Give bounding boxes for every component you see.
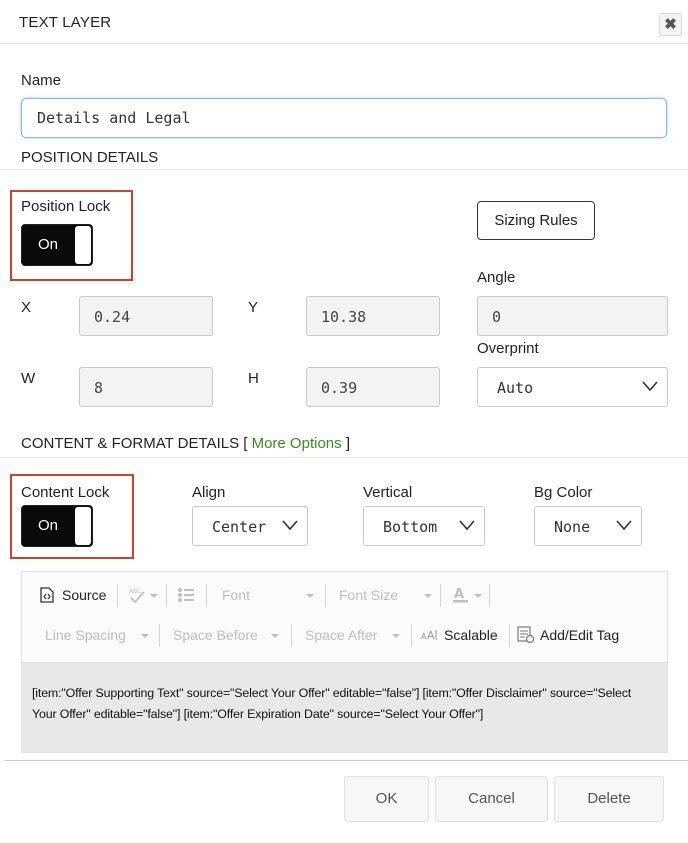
bgcolor-value: None — [554, 518, 591, 536]
svg-text:A: A — [427, 629, 435, 642]
toolbar-separator — [291, 624, 292, 646]
w-input[interactable]: 8 — [79, 367, 213, 407]
position-lock-label: Position Lock — [21, 198, 111, 215]
cancel-button[interactable]: Cancel — [435, 776, 548, 822]
content-lock-label: Content Lock — [21, 484, 110, 501]
toolbar-separator — [117, 584, 118, 606]
content-section-title: CONTENT & FORMAT DETAILS [ — [21, 435, 248, 452]
toolbar-separator — [206, 584, 207, 606]
h-label: H — [248, 370, 259, 387]
sizing-rules-button[interactable]: Sizing Rules — [477, 201, 595, 240]
ok-button[interactable]: OK — [344, 776, 429, 822]
space-before-combo[interactable]: Space Before — [173, 627, 258, 643]
source-icon — [40, 587, 54, 603]
toolbar-separator — [166, 584, 167, 606]
position-lock-state: On — [38, 236, 59, 253]
svg-text:A: A — [454, 587, 464, 602]
more-options-link[interactable]: More Options — [252, 435, 342, 452]
chevron-down-icon — [642, 381, 658, 392]
align-label: Align — [192, 484, 226, 501]
chevron-down-icon — [616, 520, 632, 531]
align-value: Center — [212, 518, 267, 536]
content-lock-state: On — [38, 517, 59, 534]
align-select[interactable]: Center — [192, 506, 308, 546]
angle-label: Angle — [477, 269, 516, 286]
svg-text:ABC: ABC — [129, 588, 141, 595]
space-before-dropdown-icon[interactable] — [271, 634, 279, 638]
toolbar-separator — [440, 584, 441, 606]
spellcheck-icon[interactable]: ABC — [128, 586, 148, 604]
font-combo[interactable]: Font — [222, 587, 250, 603]
y-label: Y — [248, 299, 259, 316]
h-input[interactable]: 0.39 — [306, 367, 440, 407]
bgcolor-select[interactable]: None — [534, 506, 642, 546]
space-after-combo[interactable]: Space After — [305, 627, 377, 643]
vertical-select[interactable]: Bottom — [363, 506, 485, 546]
toolbar-separator — [325, 584, 326, 606]
position-lock-toggle[interactable]: On — [21, 224, 93, 266]
chevron-down-icon — [459, 520, 475, 531]
content-section-close: ] — [345, 435, 350, 452]
dialog-title: TEXT LAYER — [19, 14, 112, 31]
x-input[interactable]: 0.24 — [79, 296, 213, 336]
x-label: X — [21, 299, 32, 316]
scalable-button[interactable]: Scalable — [444, 627, 498, 643]
toolbar-separator — [509, 624, 510, 646]
font-size-dropdown-icon[interactable] — [424, 594, 432, 598]
overprint-label: Overprint — [477, 340, 539, 357]
vertical-value: Bottom — [383, 518, 438, 536]
font-size-combo[interactable]: Font Size — [339, 587, 398, 603]
content-lock-toggle[interactable]: On — [21, 505, 93, 547]
toggle-knob — [75, 507, 91, 545]
header-divider — [0, 43, 688, 44]
chevron-down-icon — [282, 520, 298, 531]
position-section-title: POSITION DETAILS — [21, 149, 159, 166]
editor-content[interactable]: [item:"Offer Supporting Text" source="Se… — [22, 662, 667, 752]
spellcheck-dropdown-icon[interactable] — [150, 594, 158, 598]
toolbar-separator — [489, 584, 490, 606]
w-label: W — [21, 370, 36, 387]
name-input[interactable]: Details and Legal — [21, 98, 667, 138]
footer-divider — [4, 760, 688, 761]
content-divider — [0, 457, 688, 458]
y-input[interactable]: 10.38 — [306, 296, 440, 336]
font-dropdown-icon[interactable] — [306, 594, 314, 598]
close-icon[interactable]: ✖ — [659, 13, 682, 36]
scalable-icon: A A — [421, 629, 437, 642]
space-after-dropdown-icon[interactable] — [392, 634, 400, 638]
bgcolor-label: Bg Color — [534, 484, 593, 501]
toggle-knob — [75, 226, 91, 264]
angle-input[interactable]: 0 — [477, 296, 668, 336]
add-edit-tag-button[interactable]: Add/Edit Tag — [540, 627, 619, 643]
position-divider — [0, 169, 688, 170]
vertical-label: Vertical — [363, 484, 413, 501]
content-section-header: CONTENT & FORMAT DETAILS [ More Options … — [21, 435, 350, 452]
delete-button[interactable]: Delete — [554, 776, 664, 822]
source-button[interactable]: Source — [62, 587, 106, 603]
overprint-select[interactable]: Auto — [477, 367, 668, 407]
font-color-dropdown-icon[interactable] — [474, 594, 482, 598]
overprint-value: Auto — [497, 379, 534, 397]
line-spacing-dropdown-icon[interactable] — [141, 634, 149, 638]
toolbar-separator — [159, 624, 160, 646]
font-color-icon[interactable]: A — [452, 586, 470, 604]
name-label: Name — [21, 72, 62, 89]
add-edit-tag-icon — [517, 626, 535, 644]
bulleted-list-icon[interactable] — [177, 587, 195, 603]
line-spacing-combo[interactable]: Line Spacing — [45, 627, 126, 643]
toolbar-separator — [411, 624, 412, 646]
